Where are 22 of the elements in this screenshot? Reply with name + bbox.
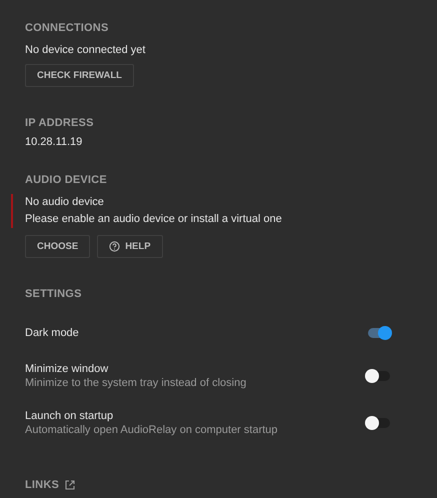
connection-status: No device connected yet bbox=[25, 43, 146, 58]
section-heading: SETTINGS bbox=[25, 288, 82, 300]
help-button[interactable]: HELP bbox=[97, 235, 163, 258]
ip-address: 10.28.11.19 bbox=[25, 135, 84, 150]
section-heading[interactable]: LINKS bbox=[25, 479, 59, 491]
setting-description: Minimize to the system tray instead of closing bbox=[25, 376, 246, 390]
check-firewall-button[interactable]: CHECK FIREWALL bbox=[25, 64, 134, 87]
toggle-switch[interactable] bbox=[368, 328, 390, 338]
setting-label: Minimize window bbox=[25, 362, 110, 376]
help-icon bbox=[109, 241, 120, 252]
section-heading: IP ADDRESS bbox=[25, 117, 94, 129]
section-heading: AUDIO DEVICE bbox=[25, 174, 107, 186]
toggle-switch[interactable] bbox=[368, 418, 390, 428]
setting-description: Automatically open AudioRelay on computer startup bbox=[25, 423, 278, 437]
alert-title: No audio device bbox=[25, 195, 105, 210]
setting-label: Dark mode bbox=[25, 326, 79, 340]
toggle-switch[interactable] bbox=[368, 371, 390, 381]
choose-button[interactable]: CHOOSE bbox=[25, 235, 90, 258]
alert-message: Please enable an audio device or install a virtual one bbox=[25, 212, 283, 227]
section-heading: CONNECTIONS bbox=[25, 22, 108, 34]
external-link-icon[interactable] bbox=[65, 480, 75, 490]
setting-label: Launch on startup bbox=[25, 409, 114, 423]
